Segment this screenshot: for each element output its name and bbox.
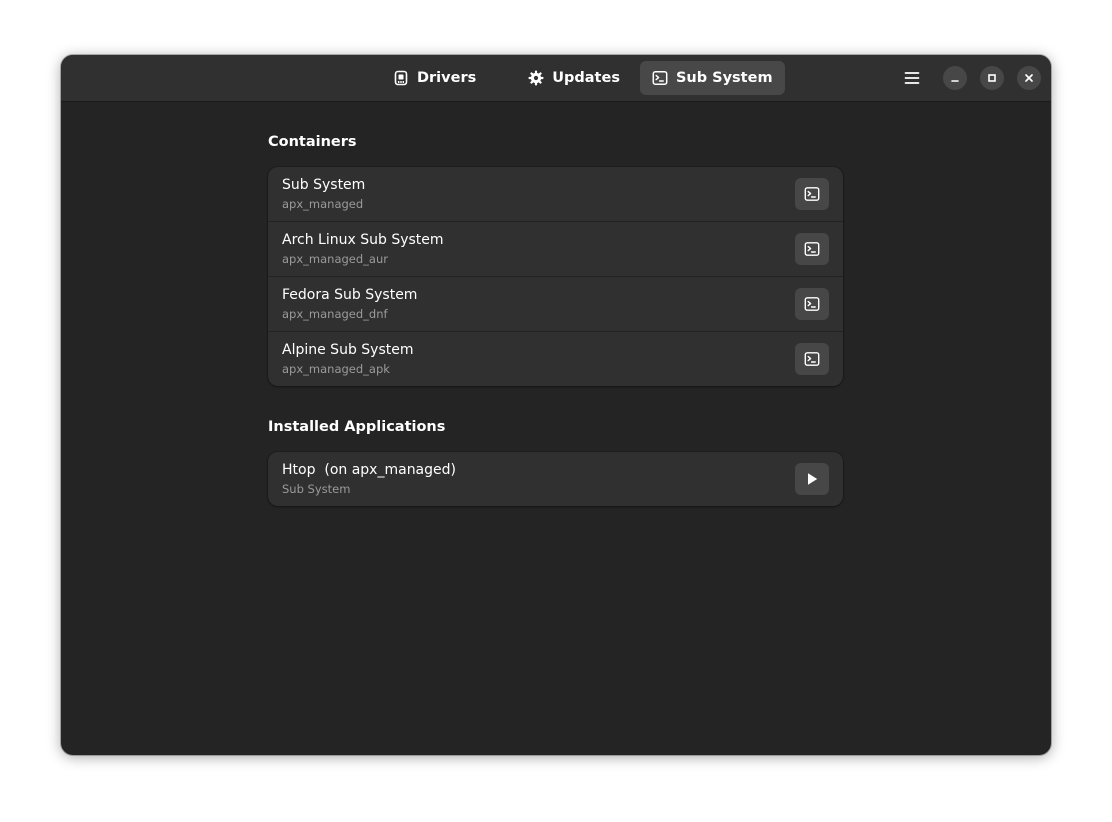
container-subtitle: apx_managed_aur [282,252,388,266]
containers-section-title: Containers [268,134,357,150]
close-button[interactable] [1017,66,1041,90]
headerbar: Drivers Updates Sub System [61,55,1051,102]
container-subtitle: apx_managed_dnf [282,307,388,321]
tab-drivers-label: Drivers [417,70,477,86]
open-terminal-button[interactable] [795,178,829,210]
applications-section-title: Installed Applications [268,419,446,435]
tab-sub-system-label: Sub System [675,70,773,86]
minimize-icon [951,80,959,82]
terminal-icon [804,352,820,366]
container-subtitle: apx_managed_apk [282,362,390,376]
container-subtitle: apx_managed [282,197,364,211]
application-title: Htop (on apx_managed) [282,462,456,478]
close-icon [1025,74,1033,82]
tab-sub-system[interactable]: Sub System [639,61,785,95]
container-title: Alpine Sub System [282,342,414,358]
container-title: Arch Linux Sub System [282,232,444,248]
tab-updates[interactable]: Updates [516,61,632,95]
open-terminal-button[interactable] [795,343,829,375]
menu-icon [904,72,920,84]
open-terminal-button[interactable] [795,233,829,265]
open-terminal-button[interactable] [795,288,829,320]
container-row: Arch Linux Sub System apx_managed_aur [268,222,843,277]
container-title: Fedora Sub System [282,287,418,303]
applications-list: Htop (on apx_managed) Sub System [268,452,843,506]
chip-icon [394,70,408,86]
terminal-icon [804,242,820,256]
terminal-icon [652,71,668,85]
main-content: Containers Sub System apx_managed Arch L… [268,102,843,506]
minimize-button[interactable] [943,66,967,90]
container-row: Fedora Sub System apx_managed_dnf [268,277,843,332]
terminal-icon [804,187,820,201]
play-icon [808,473,818,485]
terminal-icon [804,297,820,311]
view-switcher: Drivers Updates Sub System [381,61,785,95]
container-title: Sub System [282,177,366,193]
tab-updates-label: Updates [552,70,620,86]
container-row: Sub System apx_managed [268,167,843,222]
application-row: Htop (on apx_managed) Sub System [268,452,843,506]
maximize-button[interactable] [980,66,1004,90]
tab-drivers[interactable]: Drivers [381,61,488,95]
app-window: Drivers Updates Sub System Containers Su… [61,55,1051,755]
container-row: Alpine Sub System apx_managed_apk [268,332,843,386]
application-subtitle: Sub System [282,482,351,496]
maximize-icon [988,74,996,82]
containers-list: Sub System apx_managed Arch Linux Sub Sy… [268,167,843,386]
main-menu-button[interactable] [900,66,924,90]
window-controls [900,66,1041,90]
run-application-button[interactable] [795,463,829,495]
gear-icon [528,70,544,86]
